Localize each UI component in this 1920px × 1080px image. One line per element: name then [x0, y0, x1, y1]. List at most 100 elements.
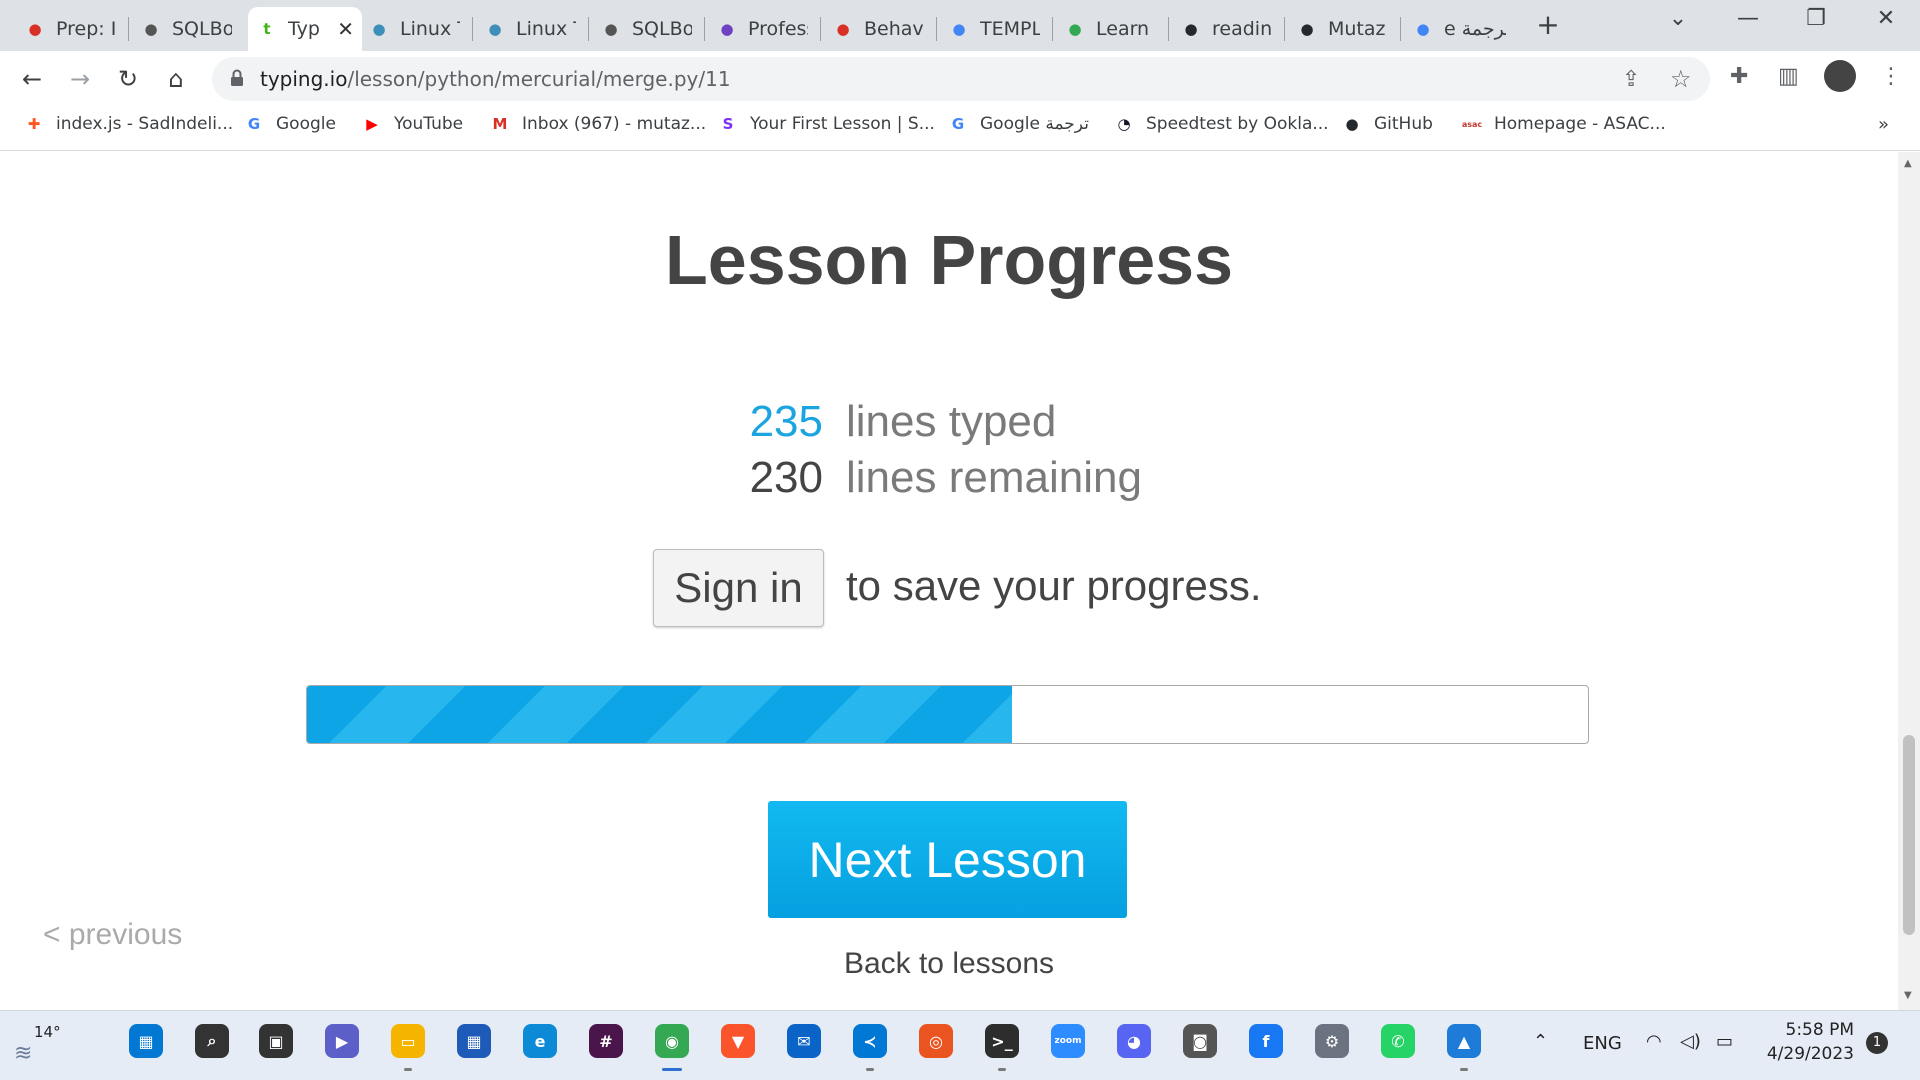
extensions-icon[interactable]: ✚ [1730, 64, 1748, 89]
taskbar-app[interactable]: ▼ [718, 1021, 758, 1061]
taskbar-app[interactable]: ✉ [784, 1021, 824, 1061]
taskbar-app[interactable]: ◉ [652, 1021, 692, 1071]
browser-tab[interactable]: ● Behavi [824, 7, 932, 51]
clock-time[interactable]: 5:58 PM [1784, 1020, 1855, 1040]
bookmark-item[interactable]: G Google ترجمة [948, 114, 1089, 134]
tab-separator [1052, 17, 1053, 41]
taskbar-app[interactable]: ▲ [1444, 1021, 1484, 1071]
close-tab-icon[interactable]: ✕ [337, 17, 354, 41]
browser-tab[interactable]: ● Linux T [360, 7, 468, 51]
lesson-icon: S [722, 115, 734, 133]
tab-separator [1400, 17, 1401, 41]
battery-icon[interactable]: ▭ [1716, 1031, 1733, 1052]
minimize-icon[interactable]: — [1728, 6, 1768, 31]
bookmark-item[interactable]: M Inbox (967) - mutaz... [490, 114, 707, 134]
browser-tab[interactable]: ● Profess [708, 7, 816, 51]
browser-tab[interactable]: ● Learn ( [1056, 7, 1164, 51]
next-lesson-button[interactable]: Next Lesson [768, 801, 1127, 918]
taskbar-app[interactable]: >_ [982, 1021, 1022, 1071]
browser-tab[interactable]: ● Prep: Ir [16, 7, 124, 51]
restore-icon[interactable]: ❐ [1796, 6, 1836, 31]
clock-date[interactable]: 4/29/2023 [1764, 1044, 1854, 1064]
bookmark-item[interactable]: ◔ Speedtest by Ookla... [1114, 114, 1328, 134]
scroll-down-icon[interactable]: ▼ [1904, 990, 1912, 1001]
browser-tab[interactable]: ● SQLBol [132, 7, 240, 51]
taskbar-app[interactable]: ▣ [256, 1021, 296, 1061]
notification-badge[interactable]: 1 [1866, 1032, 1888, 1054]
taskbar-app[interactable]: ▦ [454, 1021, 494, 1061]
tab-title: Linux T [400, 18, 460, 40]
close-window-icon[interactable]: ✕ [1866, 6, 1906, 31]
wind-icon: ≋ [14, 1041, 33, 1066]
browser-tab[interactable]: ● TEMPL [940, 7, 1048, 51]
learn-icon: ● [1068, 20, 1082, 38]
browser-tab[interactable]: ● SQLBol [592, 7, 700, 51]
bookmarks-bar: ✚ index.js - SadIndeli... G Google ▶ YouTube M… [0, 106, 1920, 151]
bookmark-item[interactable]: S Your First Lesson | S... [718, 114, 935, 134]
forward-icon[interactable]: → [62, 61, 98, 97]
sign-in-button[interactable]: Sign in [653, 549, 824, 627]
reload-icon[interactable]: ↻ [110, 61, 146, 97]
address-bar[interactable]: typing.io/lesson/python/mercurial/merge.… [212, 57, 1710, 101]
side-panel-icon[interactable]: ▥ [1778, 64, 1799, 89]
profile-avatar[interactable] [1824, 60, 1856, 92]
discord-icon: ◕ [1117, 1024, 1151, 1058]
page-scrollbar[interactable]: ▲ ▼ [1898, 152, 1920, 1010]
docs-icon: ● [952, 20, 966, 38]
bookmark-label: Homepage - ASAC... [1494, 114, 1666, 134]
bookmark-item[interactable]: ● GitHub [1342, 114, 1432, 134]
volume-icon[interactable]: ◁) [1680, 1031, 1701, 1052]
taskbar-app[interactable]: f [1246, 1021, 1286, 1061]
weather-widget[interactable]: 14° ≋ [14, 1021, 64, 1069]
previous-link[interactable]: < previous [43, 918, 182, 952]
wifi-icon[interactable]: ◠ [1646, 1031, 1662, 1052]
more-bookmarks-icon[interactable]: » [1878, 114, 1889, 135]
linux-globe-icon: ● [372, 20, 386, 38]
running-indicator [866, 1068, 874, 1071]
chrome-icon: ◉ [655, 1024, 689, 1058]
list-icon: ● [720, 20, 734, 38]
taskbar-app[interactable]: ◕ [1114, 1021, 1154, 1061]
taskbar-app[interactable]: ⌕ [192, 1021, 232, 1061]
bookmark-item[interactable]: G Google [244, 114, 336, 134]
taskbar-app[interactable]: ≺ [850, 1021, 890, 1071]
browser-tab[interactable]: ● e ترجمة [1404, 7, 1514, 51]
taskbar-app[interactable]: e [520, 1021, 560, 1061]
taskbar-app[interactable]: ◎ [916, 1021, 956, 1061]
tab-search-icon[interactable]: ⌄ [1658, 6, 1698, 31]
browser-tab[interactable]: ● Mutaz [1288, 7, 1396, 51]
tab-title: Prep: Ir [56, 18, 116, 40]
taskbar-app[interactable]: zoom [1048, 1021, 1088, 1061]
back-to-lessons-link[interactable]: Back to lessons [0, 947, 1898, 981]
github-icon: ● [1184, 20, 1198, 38]
tab-title: Profess [748, 18, 808, 40]
ms-store-icon: ▦ [457, 1024, 491, 1058]
taskbar-app[interactable]: ▭ [388, 1021, 428, 1071]
url-text: typing.io/lesson/python/mercurial/merge.… [260, 67, 731, 91]
show-hidden-icons-icon[interactable]: ⌃ [1533, 1031, 1548, 1052]
taskbar-app[interactable]: ▦ [126, 1021, 166, 1061]
bookmark-item[interactable]: ✚ index.js - SadIndeli... [24, 114, 233, 134]
menu-icon[interactable]: ⋮ [1880, 64, 1902, 89]
share-icon[interactable]: ⇪ [1622, 67, 1640, 92]
taskbar-app[interactable]: # [586, 1021, 626, 1061]
scroll-up-icon[interactable]: ▲ [1904, 158, 1912, 169]
bookmark-item[interactable]: asac Homepage - ASAC... [1462, 114, 1666, 134]
scrollbar-thumb[interactable] [1903, 735, 1915, 935]
whatsapp-icon: ✆ [1381, 1024, 1415, 1058]
bookmark-star-icon[interactable]: ☆ [1670, 65, 1692, 93]
taskbar-app[interactable]: ◙ [1180, 1021, 1220, 1061]
tab-separator [820, 17, 821, 41]
new-tab-icon[interactable]: + [1528, 8, 1568, 41]
language-indicator[interactable]: ENG [1583, 1033, 1622, 1054]
taskbar-app[interactable]: ⚙ [1312, 1021, 1352, 1061]
bookmark-item[interactable]: ▶ YouTube [362, 114, 463, 134]
taskbar-app[interactable]: ✆ [1378, 1021, 1418, 1061]
browser-tab[interactable]: ● Linux T [476, 7, 584, 51]
tab-title: Typ [288, 18, 320, 40]
browser-tab[interactable]: t Typ ✕ [248, 7, 362, 51]
taskbar-app[interactable]: ▶ [322, 1021, 362, 1061]
home-icon[interactable]: ⌂ [158, 61, 194, 97]
back-icon[interactable]: ← [14, 61, 50, 97]
browser-tab[interactable]: ● readinc [1172, 7, 1280, 51]
